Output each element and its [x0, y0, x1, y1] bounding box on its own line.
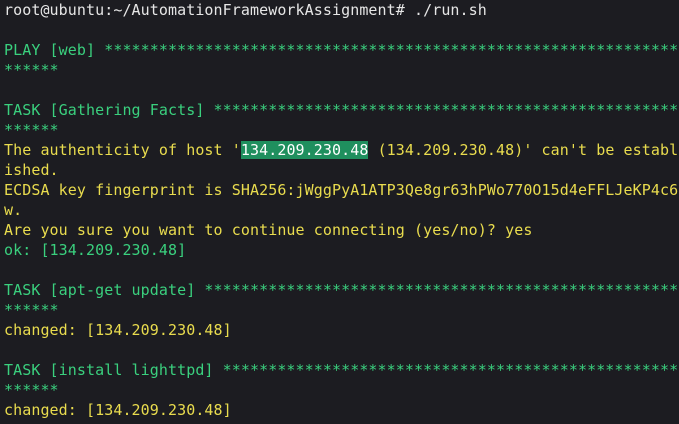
- authenticity-suffix: (134.209.230.48)' can't be establ: [368, 141, 679, 159]
- terminal-window[interactable]: root@ubuntu:~/AutomationFrameworkAssignm…: [0, 0, 679, 424]
- task-gathering-facts-wrap: ******: [4, 121, 59, 139]
- play-header-line: PLAY [web] *****************************…: [4, 41, 679, 59]
- confirm-connect-line: Are you sure you want to continue connec…: [4, 221, 533, 239]
- authenticity-warning-wrap: ished.: [4, 161, 59, 179]
- ecdsa-fingerprint-wrap: w.: [4, 201, 23, 219]
- ok-result-line: ok: [134.209.230.48]: [4, 241, 187, 259]
- authenticity-warning-line: The authenticity of host '134.209.230.48…: [4, 140, 678, 160]
- ecdsa-fingerprint-line: ECDSA key fingerprint is SHA256:jWggPyA1…: [4, 181, 679, 199]
- authenticity-prefix: The authenticity of host ': [4, 141, 241, 159]
- play-header-wrap: ******: [4, 61, 59, 79]
- changed-result-line-2: changed: [134.209.230.48]: [4, 401, 232, 419]
- selected-host-ip[interactable]: 134.209.230.48: [240, 141, 369, 159]
- task-install-lighttpd-line: TASK [install lighttpd] ****************…: [4, 361, 679, 379]
- task-gathering-facts-line: TASK [Gathering Facts] *****************…: [4, 101, 679, 119]
- task-install-lighttpd-wrap: ******: [4, 381, 59, 399]
- task-apt-get-update-line: TASK [apt-get update] ******************…: [4, 281, 679, 299]
- changed-result-line-1: changed: [134.209.230.48]: [4, 321, 232, 339]
- shell-prompt-line: root@ubuntu:~/AutomationFrameworkAssignm…: [4, 1, 487, 19]
- task-apt-get-update-wrap: ******: [4, 301, 59, 319]
